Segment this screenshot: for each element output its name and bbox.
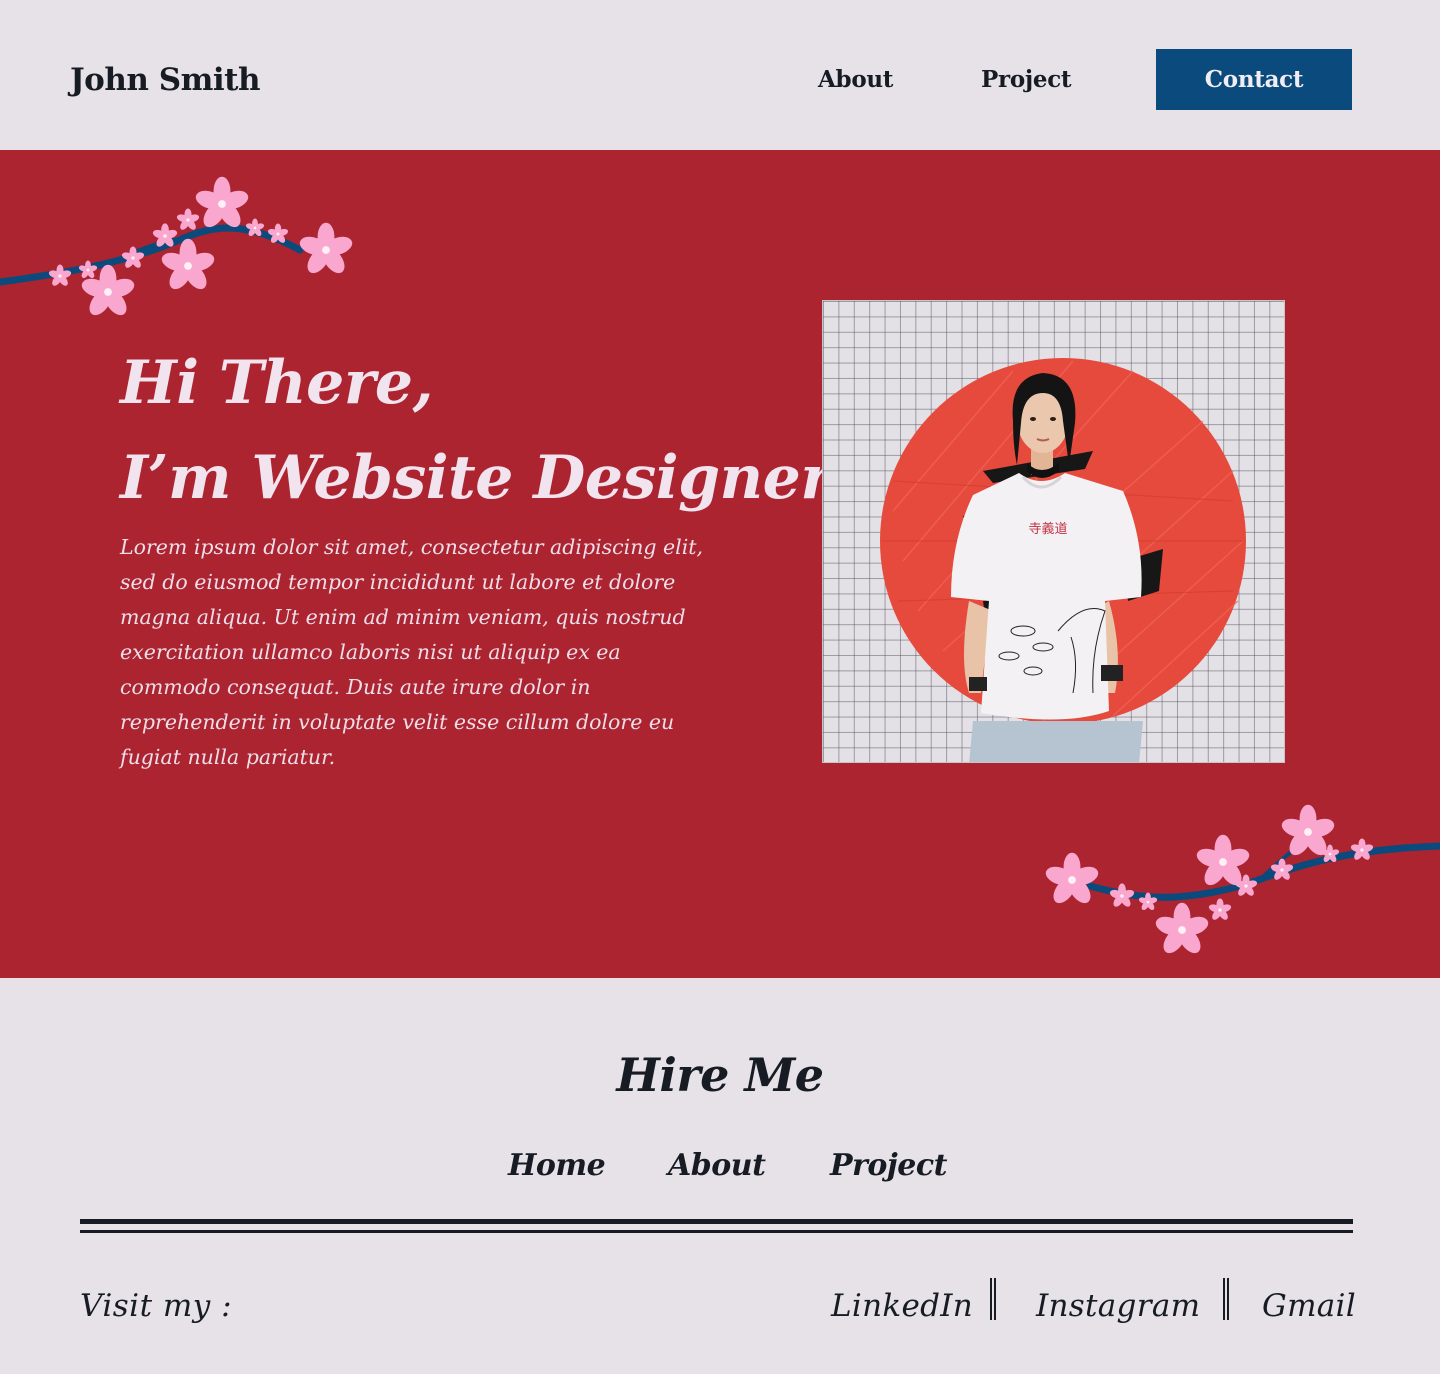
social-divider	[990, 1278, 996, 1320]
footer-divider-thin	[80, 1230, 1353, 1233]
footer-nav-about-link[interactable]: About	[668, 1148, 766, 1183]
hire-me-title: Hire Me	[616, 1048, 824, 1102]
profile-illustration: 寺義道	[880, 358, 1246, 762]
cherry-blossom-branch-icon	[0, 176, 355, 320]
cherry-blossom-branch-icon	[1043, 804, 1440, 958]
hero-heading-line-1: Hi There,	[120, 348, 434, 418]
social-divider	[1223, 1278, 1229, 1320]
footer-divider-thick	[80, 1219, 1353, 1224]
footer-nav-project-link[interactable]: Project	[830, 1148, 947, 1183]
linkedin-link[interactable]: LinkedIn	[831, 1288, 973, 1324]
contact-button[interactable]: Contact	[1156, 49, 1352, 110]
hero-section: Hi There, I’m Website Designer Lorem ips…	[0, 150, 1440, 978]
shirt-print: 寺義道	[1028, 521, 1067, 537]
footer-nav-home-link[interactable]: Home	[508, 1148, 606, 1183]
hero-description: Lorem ipsum dolor sit amet, consectetur …	[120, 535, 704, 769]
hero-heading: Hi There, I’m Website Designer	[120, 336, 832, 526]
nav-about-link[interactable]: About	[818, 66, 893, 93]
site-logo[interactable]: John Smith	[70, 62, 261, 98]
site-header: John Smith About Project Contact	[0, 0, 1440, 150]
instagram-link[interactable]: Instagram	[1036, 1288, 1200, 1324]
gmail-link[interactable]: Gmail	[1262, 1288, 1356, 1324]
nav-project-link[interactable]: Project	[981, 66, 1072, 93]
visit-label: Visit my :	[80, 1288, 233, 1324]
profile-photo: 寺義道	[822, 300, 1285, 763]
hero-heading-line-2: I’m Website Designer	[120, 443, 832, 513]
